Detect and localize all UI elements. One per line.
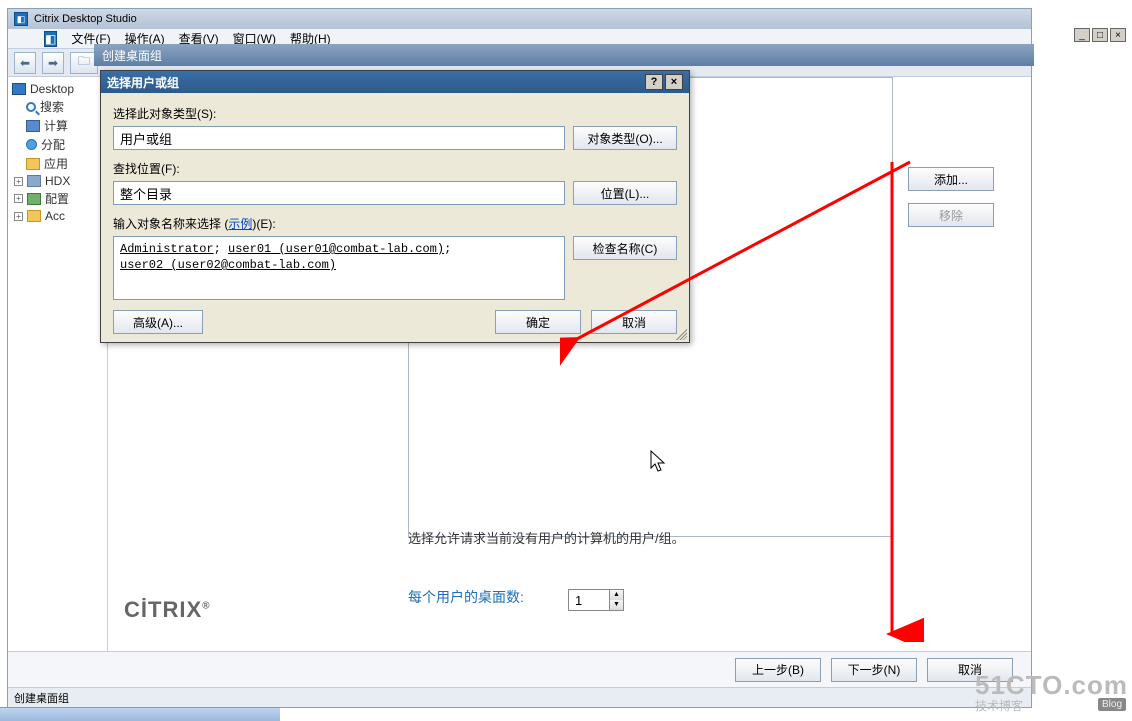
location-label: 查找位置(F): bbox=[113, 160, 677, 177]
dialog-close-button[interactable]: × bbox=[665, 74, 683, 90]
advanced-button[interactable]: 高级(A)... bbox=[113, 310, 203, 334]
locations-button[interactable]: 位置(L)... bbox=[573, 181, 677, 205]
select-user-dialog: 选择用户或组 ? × 选择此对象类型(S): 对象类型(O)... 查找位置(F… bbox=[100, 70, 690, 343]
watermark: 51CTO.com 技术博客 Blog bbox=[975, 671, 1128, 713]
dialog-help-button[interactable]: ? bbox=[645, 74, 663, 90]
tree-label: HDX bbox=[45, 174, 70, 188]
taskbar bbox=[0, 707, 280, 721]
nav-tree[interactable]: Desktop 搜索 计算 分配 应用 + HDX + 配置 + Acc bbox=[8, 77, 108, 707]
dialog-titlebar[interactable]: 选择用户或组 ? × bbox=[101, 71, 689, 93]
examples-link[interactable]: 示例 bbox=[228, 217, 252, 231]
tree-label: 应用 bbox=[44, 155, 68, 172]
resize-grip-icon[interactable] bbox=[673, 326, 687, 340]
config-icon bbox=[27, 193, 41, 205]
app-titlebar: ◧ Citrix Desktop Studio bbox=[8, 9, 1031, 29]
tree-item[interactable]: 应用 bbox=[10, 154, 105, 173]
tree-item[interactable]: 搜索 bbox=[10, 97, 105, 116]
desktops-input[interactable] bbox=[569, 591, 609, 610]
remove-button: 移除 bbox=[908, 203, 994, 227]
computer-icon bbox=[26, 120, 40, 132]
status-bar: 创建桌面组 bbox=[8, 687, 1031, 707]
tree-root[interactable]: Desktop bbox=[10, 81, 105, 97]
hdx-icon bbox=[27, 175, 41, 187]
spinner-down-icon[interactable]: ▼ bbox=[609, 600, 623, 610]
check-names-button[interactable]: 检查名称(C) bbox=[573, 236, 677, 260]
tree-label: 配置 bbox=[45, 190, 69, 207]
location-field[interactable] bbox=[113, 181, 565, 205]
expander-icon[interactable]: + bbox=[14, 177, 23, 186]
expander-icon[interactable]: + bbox=[14, 194, 23, 203]
citrix-logo: CİTRIX® bbox=[124, 597, 211, 623]
nav-back-button[interactable]: ⬅ bbox=[14, 52, 36, 74]
folder-icon bbox=[26, 158, 40, 170]
tree-label: 计算 bbox=[44, 117, 68, 134]
object-types-button[interactable]: 对象类型(O)... bbox=[573, 126, 677, 150]
tree-item[interactable]: + Acc bbox=[10, 208, 105, 224]
window-controls: _ □ × bbox=[1074, 28, 1126, 42]
dialog-title-text: 选择用户或组 bbox=[107, 74, 179, 91]
names-label: 输入对象名称来选择 (示例)(E): bbox=[113, 215, 677, 232]
folder-icon bbox=[27, 210, 41, 222]
add-button[interactable]: 添加... bbox=[908, 167, 994, 191]
tree-item[interactable]: + 配置 bbox=[10, 189, 105, 208]
app-icon: ◧ bbox=[14, 12, 28, 26]
ok-button[interactable]: 确定 bbox=[495, 310, 581, 334]
desktop-icon bbox=[12, 83, 26, 95]
back-button[interactable]: 上一步(B) bbox=[735, 658, 821, 682]
spinner-up-icon[interactable]: ▲ bbox=[609, 590, 623, 600]
next-button[interactable]: 下一步(N) bbox=[831, 658, 917, 682]
wizard-button-bar: 上一步(B) 下一步(N) 取消 bbox=[8, 651, 1031, 687]
user-icon bbox=[26, 139, 37, 150]
parent-dialog-titlebar[interactable]: 创建桌面组 bbox=[94, 44, 1034, 66]
nav-forward-button[interactable]: ➡ bbox=[42, 52, 64, 74]
mouse-cursor-icon bbox=[650, 450, 668, 480]
tree-item[interactable]: + HDX bbox=[10, 173, 105, 189]
menu-icon: ◧ bbox=[44, 31, 57, 47]
search-icon bbox=[26, 102, 36, 112]
maximize-button[interactable]: □ bbox=[1092, 28, 1108, 42]
dialog-cancel-button[interactable]: 取消 bbox=[591, 310, 677, 334]
instruction-text: 选择允许请求当前没有用户的计算机的用户/组。 bbox=[408, 528, 685, 547]
expander-icon[interactable]: + bbox=[14, 212, 23, 221]
tree-label: 搜索 bbox=[40, 98, 64, 115]
close-button[interactable]: × bbox=[1110, 28, 1126, 42]
desktops-per-user-label: 每个用户的桌面数: bbox=[408, 587, 524, 607]
app-title-text: Citrix Desktop Studio bbox=[34, 13, 137, 25]
parent-dialog-title-text: 创建桌面组 bbox=[102, 47, 162, 64]
object-type-field[interactable] bbox=[113, 126, 565, 150]
tree-label: 分配 bbox=[41, 136, 65, 153]
tree-label: Acc bbox=[45, 209, 65, 223]
desktops-spinner[interactable]: ▲ ▼ bbox=[568, 589, 624, 611]
object-type-label: 选择此对象类型(S): bbox=[113, 105, 677, 122]
object-names-input[interactable]: Administrator; user01 (user01@combat-lab… bbox=[113, 236, 565, 300]
tree-root-label: Desktop bbox=[30, 82, 74, 96]
minimize-button[interactable]: _ bbox=[1074, 28, 1090, 42]
tree-item[interactable]: 分配 bbox=[10, 135, 105, 154]
tree-item[interactable]: 计算 bbox=[10, 116, 105, 135]
